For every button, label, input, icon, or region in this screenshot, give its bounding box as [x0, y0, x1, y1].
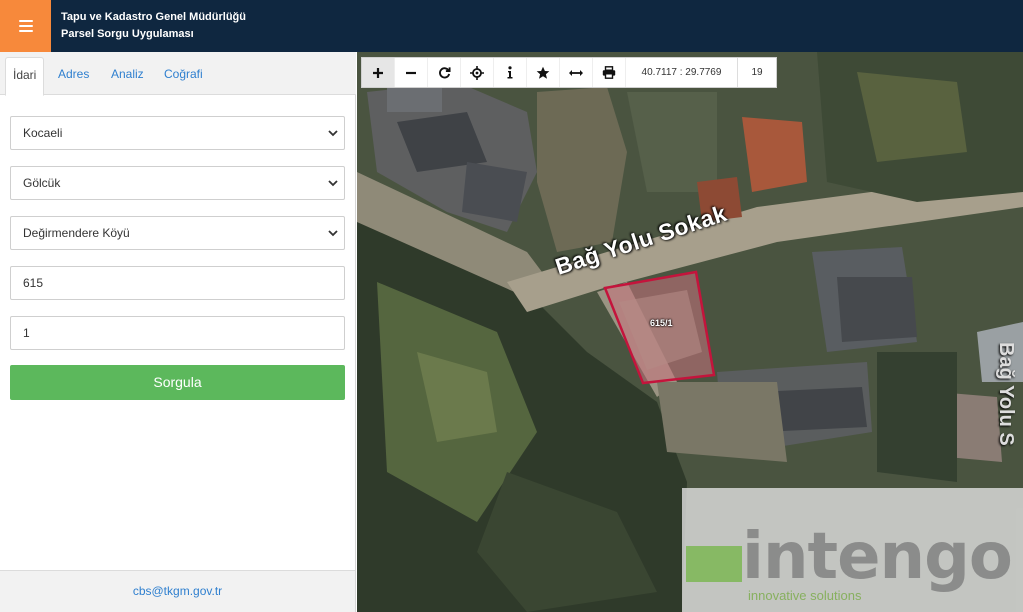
locate-icon — [470, 65, 484, 80]
zoom-in-button[interactable] — [362, 58, 395, 87]
parcel-label: 615/1 — [650, 318, 673, 328]
map-view[interactable]: Bağ Yolu Sokak Bağ Yolu S 615/1 40.7117 … — [357, 52, 1023, 612]
ilce-select[interactable]: Gölcük — [10, 166, 345, 200]
app-header: Tapu ve Kadastro Genel Müdürlüğü Parsel … — [0, 0, 1023, 52]
tab-analiz[interactable]: Analiz — [104, 57, 151, 95]
app-title-line1: Tapu ve Kadastro Genel Müdürlüğü — [61, 11, 246, 23]
ilce-select-value: Gölcük — [23, 176, 61, 190]
query-button[interactable]: Sorgula — [10, 365, 345, 400]
il-select[interactable]: Kocaeli — [10, 116, 345, 150]
app-title: Tapu ve Kadastro Genel Müdürlüğü Parsel … — [61, 9, 246, 43]
chevron-down-icon — [328, 228, 338, 238]
info-button[interactable] — [494, 58, 527, 87]
zoom-level: 19 — [751, 67, 763, 78]
chevron-down-icon — [328, 178, 338, 188]
print-button[interactable] — [593, 58, 626, 87]
parsel-input-value: 1 — [23, 326, 30, 340]
contact-email-link[interactable]: cbs@tkgm.gov.tr — [133, 584, 222, 598]
locate-button[interactable] — [461, 58, 494, 87]
zoom-out-icon — [406, 71, 416, 74]
favorite-button[interactable] — [527, 58, 560, 87]
mahalle-select[interactable]: Değirmendere Köyü — [10, 216, 345, 250]
info-icon — [507, 66, 513, 79]
tab-idari[interactable]: İdari — [5, 57, 45, 96]
star-icon — [536, 66, 550, 79]
tab-adres[interactable]: Adres — [51, 57, 96, 95]
query-tabs: İdari Adres Analiz Coğrafi — [0, 52, 356, 96]
query-sidebar: İdari Adres Analiz Coğrafi Kocaeli Gölcü… — [0, 52, 356, 612]
coordinate-readout: 40.7117 : 29.7769 — [626, 58, 738, 87]
refresh-button[interactable] — [428, 58, 461, 87]
zoom-out-button[interactable] — [395, 58, 428, 87]
footer: cbs@tkgm.gov.tr — [0, 570, 355, 612]
print-icon — [602, 66, 616, 79]
ada-input[interactable]: 615 — [10, 266, 345, 300]
watermark-subtext: innovative solutions — [748, 588, 862, 603]
app-title-line2: Parsel Sorgu Uygulaması — [61, 28, 194, 40]
ada-input-value: 615 — [23, 276, 44, 290]
watermark-logo — [686, 546, 742, 582]
tab-cografi[interactable]: Coğrafi — [157, 57, 210, 95]
menu-button[interactable] — [0, 0, 51, 52]
chevron-down-icon — [328, 128, 338, 138]
watermark-text: intengo — [742, 520, 1013, 594]
refresh-icon — [438, 67, 451, 79]
measure-icon — [569, 69, 583, 76]
measure-button[interactable] — [560, 58, 593, 87]
zoom-in-icon — [373, 67, 383, 78]
il-select-value: Kocaeli — [23, 126, 63, 140]
parsel-input[interactable]: 1 — [10, 316, 345, 350]
mahalle-select-value: Değirmendere Köyü — [23, 226, 130, 240]
map-toolbar: 40.7117 : 29.7769 19 — [361, 57, 777, 88]
watermark: intengo innovative solutions — [682, 488, 1023, 612]
hamburger-icon — [18, 20, 33, 32]
street-label-right: Bağ Yolu S — [995, 342, 1017, 446]
